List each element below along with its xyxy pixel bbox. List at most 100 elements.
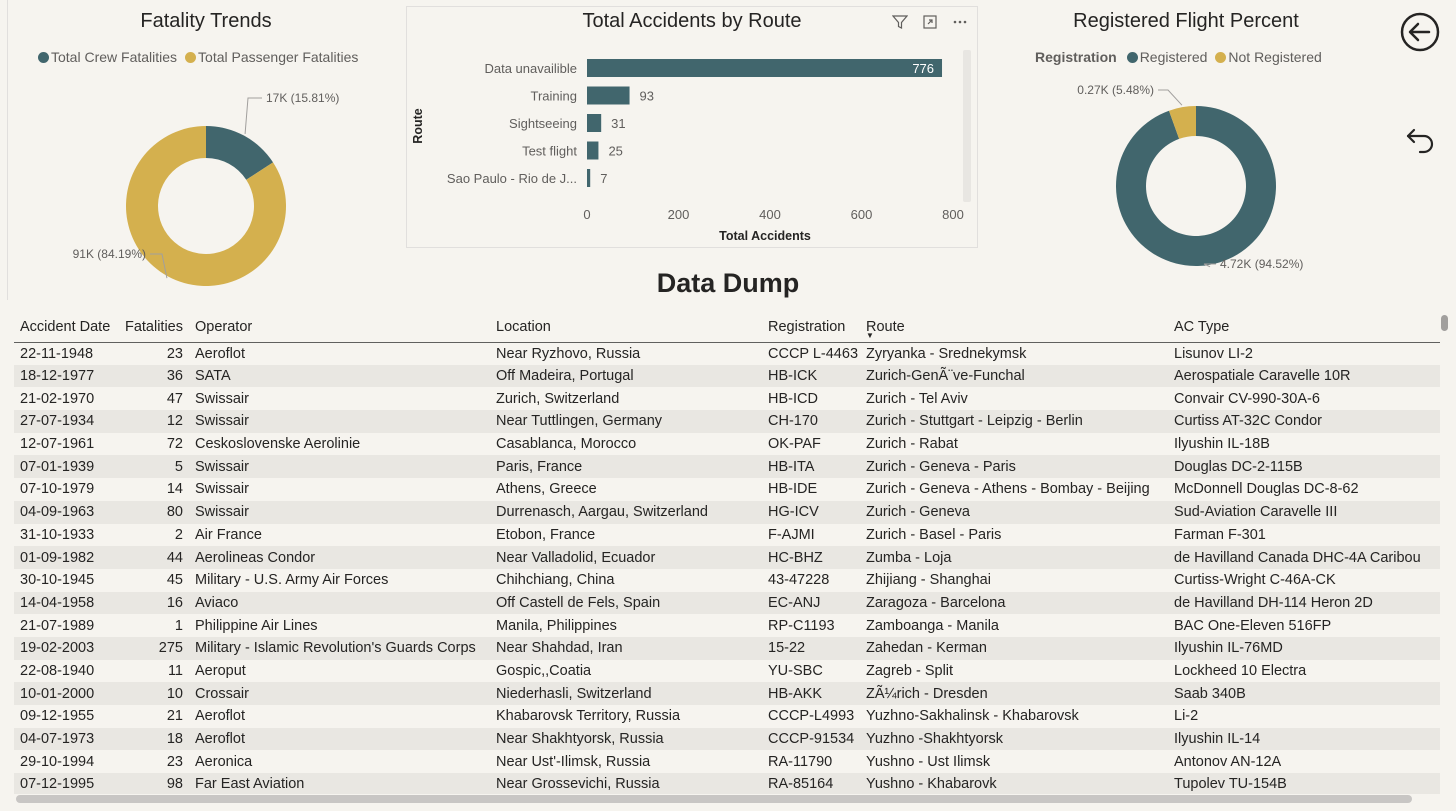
table-cell: 43-47228 xyxy=(768,572,830,589)
column-header-registration[interactable]: Registration xyxy=(762,312,860,343)
table-cell: 01-09-1982 xyxy=(20,549,95,566)
table-cell: Crossair xyxy=(195,685,249,702)
table-row[interactable]: 04-09-1963 80 Swissair Durrenasch, Aargau, … xyxy=(14,500,1440,524)
focus-mode-icon[interactable] xyxy=(919,11,941,33)
table-cell: 16 xyxy=(166,594,183,611)
table-row[interactable]: 29-10-1994 23 Aeronica Near Ust'-Ilimsk, Ru… xyxy=(14,750,1440,773)
category-label-1: Training xyxy=(531,89,577,104)
table-cell: 98 xyxy=(166,776,183,793)
registered-donut-chart[interactable]: 4.72K (94.52%)0.27K (5.48%) xyxy=(1020,78,1420,278)
column-header-route[interactable]: Route ▼ xyxy=(860,312,1168,343)
legend-label-crew: Total Crew Fatalities xyxy=(51,49,178,65)
table-row[interactable]: 10-01-2000 10 Crossair Niederhasli, Switzer… xyxy=(14,682,1440,705)
legend-item-registered[interactable]: Registered xyxy=(1126,49,1207,65)
table-row[interactable]: 12-07-1961 72 Ceskoslovenske Aerolinie Casa… xyxy=(14,433,1440,456)
column-header-ac-type[interactable]: AC Type xyxy=(1168,312,1440,343)
chart-scroll-track xyxy=(963,50,971,202)
table-cell: 04-07-1973 xyxy=(20,731,95,748)
vertical-scrollbar[interactable] xyxy=(1441,315,1448,331)
legend-item-crew[interactable]: Total Crew Fatalities xyxy=(38,49,177,65)
table-row[interactable]: 22-11-1948 23 Aeroflot Near Ryzhovo, Russia… xyxy=(14,342,1440,365)
table-row[interactable]: 18-12-1977 36 SATA Off Madeira, Portugal HB-… xyxy=(14,364,1440,388)
table-cell: Zurich - Basel - Paris xyxy=(866,526,1002,543)
table-cell: 07-12-1995 xyxy=(20,776,95,793)
undo-button[interactable] xyxy=(1400,118,1444,162)
table-row[interactable]: 14-04-1958 16 Aviaco Off Castell de Fels, S… xyxy=(14,591,1440,615)
table-cell: Far East Aviation xyxy=(195,776,305,793)
table-cell: HB-AKK xyxy=(768,685,822,702)
table-row[interactable]: 30-10-1945 45 Military - U.S. Army Air For… xyxy=(14,569,1440,592)
legend-item-passenger[interactable]: Total Passenger Fatalities xyxy=(185,49,358,65)
legend-item-not-registered[interactable]: Not Registered xyxy=(1215,49,1322,65)
table-row[interactable]: 07-12-1995 98 Far East Aviation Near Grosse… xyxy=(14,773,1440,794)
table-cell: Zyryanka - Srednekymsk xyxy=(866,345,1027,362)
registration-legend[interactable]: Registration Registered Not Registered xyxy=(1035,49,1326,65)
table-cell: Zurich - Geneva - Athens - Bombay - Beij… xyxy=(866,481,1150,498)
table-row[interactable]: 01-09-1982 44 Aerolineas Condor Near Vallad… xyxy=(14,546,1440,569)
table-cell: Zaragoza - Barcelona xyxy=(866,594,1006,611)
table-cell: Swissair xyxy=(195,481,249,498)
table-row[interactable]: 07-01-1939 5 Swissair Paris, France HB-ITA Zu… xyxy=(14,455,1440,479)
more-options-icon[interactable] xyxy=(949,11,971,33)
bar-1[interactable] xyxy=(587,86,630,105)
table-cell: 15-22 xyxy=(768,640,806,657)
table-cell: Ilyushin IL-18B xyxy=(1174,436,1270,453)
x-tick-label-1: 200 xyxy=(668,207,690,222)
table-row[interactable]: 04-07-1973 18 Aeroflot Near Shakhtyorsk, Ru… xyxy=(14,727,1440,751)
table-cell: 23 xyxy=(166,753,183,770)
table-header-row: Accident Date Fatalities Operator Locati… xyxy=(14,312,1440,343)
route-bar-chart[interactable]: Data unavailible 776 Training 93 Sightseeing… xyxy=(407,44,977,244)
column-header-operator[interactable]: Operator xyxy=(189,312,490,343)
table-cell: 27-07-1934 xyxy=(20,413,95,430)
x-tick-label-4: 800 xyxy=(942,207,964,222)
column-header-fatalities[interactable]: Fatalities xyxy=(116,312,189,343)
table-cell: 31-10-1933 xyxy=(20,526,95,543)
bar-2[interactable] xyxy=(587,114,602,132)
table-row[interactable]: 27-07-1934 12 Swissair Near Tuttlingen, Ger… xyxy=(14,410,1440,433)
bar-0[interactable] xyxy=(587,59,943,77)
table-row[interactable]: 31-10-1933 2 Air France Etobon, France F-AJM… xyxy=(14,524,1440,547)
y-axis-title: Route xyxy=(411,108,425,143)
category-label-3: Test flight xyxy=(522,144,577,159)
legend-label-passenger: Total Passenger Fatalities xyxy=(198,49,359,65)
table-cell: CCCP-91534 xyxy=(768,731,855,748)
bar-value-label-4: 7 xyxy=(600,171,607,186)
table-cell: HB-IDE xyxy=(768,481,818,498)
data-dump-table-container[interactable]: Accident Date Fatalities Operator Locati… xyxy=(14,312,1440,794)
table-cell: de Havilland DH-114 Heron 2D xyxy=(1174,594,1373,611)
table-row[interactable]: 21-07-1989 1 Philippine Air Lines Manila, P… xyxy=(14,614,1440,637)
column-header-location[interactable]: Location xyxy=(490,312,762,343)
table-row[interactable]: 07-10-1979 14 Swissair Athens, Greece HB-IDE… xyxy=(14,478,1440,501)
table-cell: Yushno - Khabarovk xyxy=(866,776,997,793)
table-cell: Yuzhno-Sakhalinsk - Khabarovsk xyxy=(866,708,1079,725)
table-cell: 14 xyxy=(166,481,183,498)
fatality-donut-chart[interactable]: 17K (15.81%) 91K (84.19%) xyxy=(0,80,400,300)
undo-icon xyxy=(1406,128,1434,154)
table-cell: 18-12-1977 xyxy=(20,368,95,385)
category-label-0: Data unavailible xyxy=(484,61,577,76)
horizontal-scrollbar[interactable] xyxy=(16,795,1412,803)
column-header-accident-date[interactable]: Accident Date xyxy=(14,312,116,343)
table-row[interactable]: 19-02-2003 275 Military - Islamic Revoluti… xyxy=(14,636,1440,660)
back-button[interactable] xyxy=(1398,10,1442,54)
table-row[interactable]: 21-02-1970 47 Swissair Zurich, Switzerland H… xyxy=(14,387,1440,410)
table-row[interactable]: 22-08-1940 11 Aeroput Gospic,,Coatia YU-SBC Z… xyxy=(14,660,1440,683)
bar-4[interactable] xyxy=(587,169,591,187)
data-label-0: 17K (15.81%) xyxy=(266,91,339,105)
table-cell: CCCP L-4463 xyxy=(768,345,859,362)
category-label-4: Sao Paulo - Rio de J... xyxy=(447,171,577,186)
bar-3[interactable] xyxy=(587,141,599,160)
filter-icon[interactable] xyxy=(889,11,911,33)
table-cell: 30-10-1945 xyxy=(20,572,95,589)
table-cell: 72 xyxy=(166,436,183,453)
table-cell: Convair CV-990-30A-6 xyxy=(1174,390,1320,407)
registered-flight-title: Registered Flight Percent xyxy=(1073,10,1299,32)
table-row[interactable]: 09-12-1955 21 Aeroflot Khabarovsk Territory… xyxy=(14,705,1440,728)
table-cell: Lockheed 10 Electra xyxy=(1174,662,1307,679)
table-cell: Air France xyxy=(195,526,262,543)
fatality-legend[interactable]: Total Crew Fatalities Total Passenger Fa… xyxy=(38,49,362,65)
table-cell: Zurich - Stuttgart - Leipzig - Berlin xyxy=(866,413,1083,430)
table-cell: Sud-Aviation Caravelle III xyxy=(1174,504,1338,521)
table-cell: Zagreb - Split xyxy=(866,662,954,679)
table-cell: Aerolineas Condor xyxy=(195,549,316,566)
